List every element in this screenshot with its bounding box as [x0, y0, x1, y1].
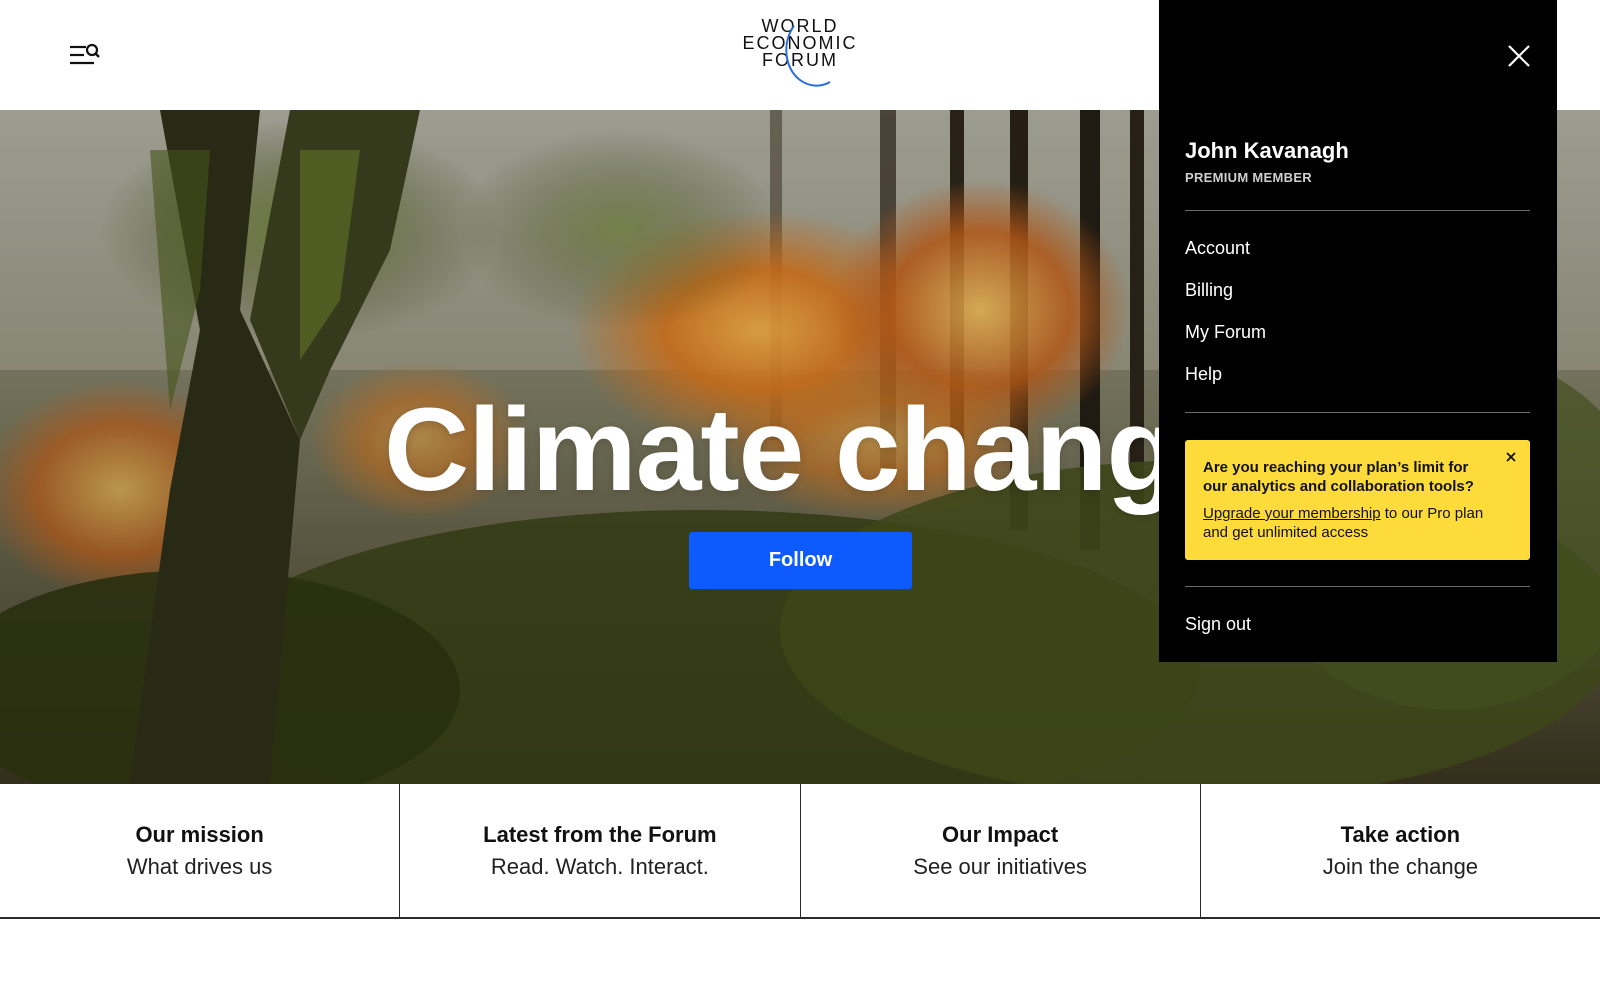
- nav-card-title: Take action: [1340, 821, 1461, 847]
- menu-search-icon: [70, 43, 100, 65]
- upgrade-membership-link[interactable]: Upgrade your membership: [1203, 505, 1381, 522]
- nav-card-subtitle: See our initiatives: [913, 853, 1087, 879]
- close-icon: [1508, 45, 1530, 67]
- divider: [1185, 586, 1530, 587]
- notice-body: Upgrade your membership to our Pro plan …: [1203, 504, 1512, 542]
- menu-link-account[interactable]: Account: [1185, 238, 1250, 259]
- nav-card-title: Our Impact: [942, 821, 1059, 847]
- bottom-nav: Our mission What drives us Latest from t…: [0, 784, 1600, 919]
- menu-search-button[interactable]: [68, 40, 104, 70]
- notice-title: Are you reaching your plan’s limit for o…: [1203, 459, 1474, 495]
- hero-title: Climate change: [384, 384, 1243, 516]
- nav-card-title: Latest from the Forum: [483, 821, 717, 847]
- nav-card-subtitle: What drives us: [126, 853, 273, 879]
- sign-out-link[interactable]: Sign out: [1185, 614, 1251, 635]
- menu-link-billing[interactable]: Billing: [1185, 280, 1233, 301]
- divider: [1185, 210, 1530, 211]
- close-icon: [1506, 452, 1516, 462]
- follow-button[interactable]: Follow: [689, 532, 912, 589]
- wef-logo[interactable]: WORLD ECONOMIC FORUM: [740, 17, 860, 92]
- nav-card-latest[interactable]: Latest from the Forum Read. Watch. Inter…: [400, 784, 801, 917]
- membership-tier: PREMIUM MEMBER: [1185, 170, 1312, 185]
- upgrade-notice: Are you reaching your plan’s limit for o…: [1185, 440, 1530, 560]
- logo-arc-icon: [785, 25, 831, 87]
- close-button[interactable]: [1505, 42, 1533, 70]
- nav-card-subtitle: Join the change: [1322, 853, 1479, 879]
- nav-card-title: Our mission: [135, 821, 264, 847]
- nav-card-subtitle: Read. Watch. Interact.: [490, 853, 709, 879]
- divider: [1185, 412, 1530, 413]
- nav-card-our-impact[interactable]: Our Impact See our initiatives: [801, 784, 1201, 917]
- nav-card-our-mission[interactable]: Our mission What drives us: [0, 784, 401, 917]
- account-menu-panel: John Kavanagh PREMIUM MEMBER Account Bil…: [1159, 0, 1557, 662]
- menu-link-my-forum[interactable]: My Forum: [1185, 322, 1266, 343]
- notice-close-button[interactable]: [1502, 448, 1520, 466]
- menu-link-help[interactable]: Help: [1185, 364, 1222, 385]
- nav-card-take-action[interactable]: Take action Join the change: [1201, 784, 1600, 917]
- user-name: John Kavanagh: [1185, 138, 1349, 163]
